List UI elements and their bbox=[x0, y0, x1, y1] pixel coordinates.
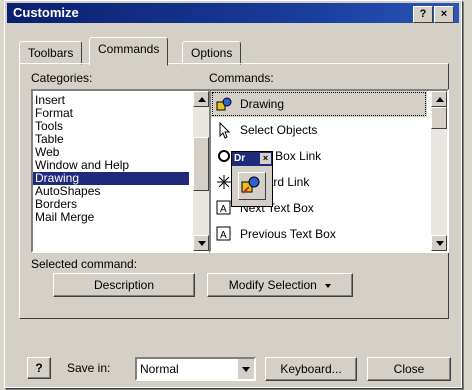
drawing-icon[interactable] bbox=[238, 172, 266, 200]
scroll-thumb[interactable] bbox=[193, 137, 209, 191]
tab-toolbars-label: Toolbars bbox=[28, 46, 74, 60]
arrow-up-icon bbox=[198, 97, 206, 102]
command-item[interactable]: Drawing bbox=[211, 91, 427, 117]
dragged-toolbar-title: Dr bbox=[234, 153, 246, 164]
help-button[interactable]: ? bbox=[27, 357, 51, 379]
tab-options[interactable]: Options bbox=[182, 41, 242, 65]
keyboard-button[interactable]: Keyboard... bbox=[265, 357, 357, 381]
close-label: × bbox=[440, 8, 448, 20]
svg-text:A: A bbox=[220, 230, 227, 241]
dropdown-arrow-icon bbox=[325, 283, 332, 288]
command-item[interactable]: A Previous Text Box bbox=[211, 221, 427, 247]
chevron-down-icon bbox=[242, 367, 250, 372]
arrow-down-icon bbox=[198, 241, 206, 246]
help-label: ? bbox=[419, 8, 427, 20]
save-in-value: Normal bbox=[140, 362, 179, 376]
scroll-up-button[interactable] bbox=[431, 91, 447, 107]
modify-selection-label: Modify Selection bbox=[228, 278, 317, 292]
dragged-drawing-toolbar[interactable]: Dr × bbox=[231, 151, 273, 207]
svg-text:A: A bbox=[220, 204, 227, 215]
description-button[interactable]: Description bbox=[53, 273, 195, 297]
commands-scrollbar[interactable] bbox=[431, 91, 447, 251]
modify-selection-button[interactable]: Modify Selection bbox=[207, 273, 353, 297]
scroll-down-button[interactable] bbox=[431, 235, 447, 251]
dragged-toolbar-titlebar[interactable]: Dr × bbox=[232, 152, 272, 166]
scroll-up-button[interactable] bbox=[193, 91, 209, 107]
save-in-combobox[interactable]: Normal bbox=[135, 357, 256, 381]
category-item[interactable]: Mail Merge bbox=[33, 211, 189, 224]
previous-text-box-icon: A bbox=[215, 225, 233, 243]
categories-scrollbar[interactable] bbox=[193, 91, 209, 251]
tab-toolbars[interactable]: Toolbars bbox=[19, 41, 83, 65]
command-label: Select Objects bbox=[240, 123, 318, 137]
arrow-up-icon bbox=[436, 97, 444, 102]
command-item[interactable]: Select Objects bbox=[211, 117, 427, 143]
scroll-thumb[interactable] bbox=[431, 107, 447, 129]
command-label: Previous Text Box bbox=[240, 227, 336, 241]
selected-command-label: Selected command: bbox=[31, 257, 138, 271]
window-title: Customize bbox=[13, 5, 79, 20]
save-in-label: Save in: bbox=[67, 361, 111, 375]
tab-commands[interactable]: Commands bbox=[89, 37, 169, 66]
help-icon: ? bbox=[35, 361, 43, 375]
description-button-label: Description bbox=[93, 278, 155, 292]
arrow-down-icon bbox=[436, 241, 444, 246]
keyboard-button-label: Keyboard... bbox=[280, 362, 342, 376]
close-button-label: Close bbox=[393, 362, 425, 376]
help-title-button[interactable]: ? bbox=[413, 6, 433, 23]
categories-label: Categories: bbox=[31, 71, 93, 85]
save-in-dropdown-button[interactable] bbox=[237, 359, 254, 379]
scroll-down-button[interactable] bbox=[193, 235, 209, 251]
tab-options-label: Options bbox=[191, 46, 233, 60]
drawing-icon bbox=[215, 95, 233, 113]
tab-commands-label: Commands bbox=[98, 42, 160, 56]
close-icon[interactable]: × bbox=[260, 153, 271, 164]
title-bar[interactable]: Customize ? × bbox=[7, 3, 459, 23]
close-title-button[interactable]: × bbox=[434, 6, 454, 23]
pointer-arrow-icon bbox=[215, 121, 233, 139]
command-label: Drawing bbox=[240, 97, 285, 111]
customize-dialog: Customize ? × Toolbars Commands Options … bbox=[4, 0, 462, 388]
close-button[interactable]: Close bbox=[367, 357, 451, 381]
categories-listbox[interactable]: Insert Format Tools Table Web Window and Help… bbox=[31, 89, 211, 253]
commands-label: Commands: bbox=[209, 71, 274, 85]
